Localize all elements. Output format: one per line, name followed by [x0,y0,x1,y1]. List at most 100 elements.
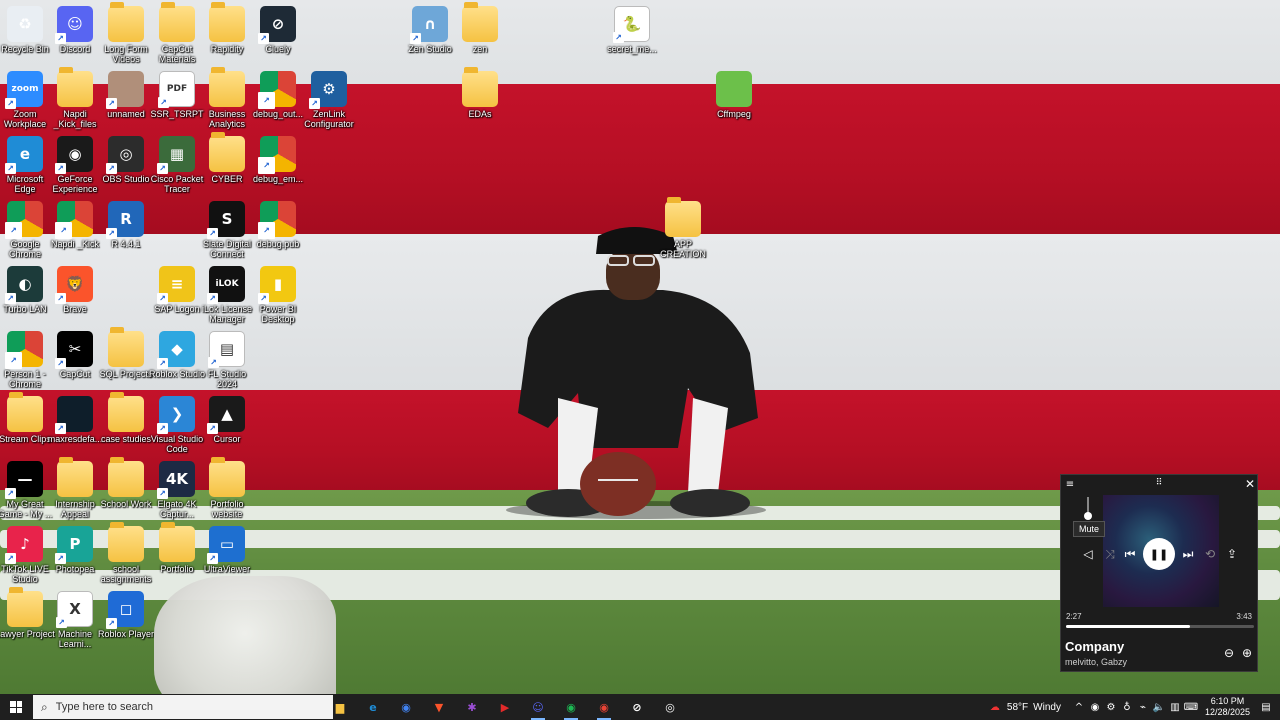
volume-icon[interactable]: 🔈 [1151,702,1167,713]
seated-person-figure [506,227,766,519]
desktop-icon[interactable]: EDAs [450,67,510,119]
desktop-icon[interactable]: ⚙ZenLink Configurator [299,71,359,129]
capcut-red-icon[interactable]: ▶ [494,697,516,717]
chrome-file-icon [55,201,93,239]
playback-progress-bar[interactable] [1066,625,1254,628]
clock[interactable]: 6:10 PM 12/28/2025 [1205,696,1250,718]
image-file-icon [55,396,93,434]
settings-icon[interactable]: ≡ [1063,477,1077,491]
desktop-icon[interactable]: Portfolio website [197,457,257,519]
sap-icon: ≡ [157,266,195,304]
desktop-icon[interactable]: ▮Power BI Desktop [248,266,308,324]
discord-icon[interactable]: ☺ [527,697,549,720]
previous-track-button[interactable]: ⏮ [1121,545,1139,563]
desktop-icon-label: Brave [63,304,87,314]
desktop-icon[interactable]: 🦁Brave [45,266,105,314]
share-button[interactable]: ⇪ [1223,545,1241,563]
folder-icon [159,2,195,42]
desktop-icon[interactable]: ▭UltraViewer [197,526,257,574]
desktop-icon[interactable]: ▲Cursor [197,396,257,444]
obs-icon: ◎ [106,136,144,174]
playback-progress-fill [1066,625,1191,628]
file-explorer-icon[interactable]: ▆ [329,697,351,717]
folder-icon [665,197,701,237]
cisco-icon: ▦ [157,136,195,174]
desktop-icon[interactable]: APP CREATION [653,197,713,259]
settings-tray-icon[interactable]: ⚙ [1103,702,1119,713]
clock-date: 12/28/2025 [1204,707,1250,717]
desktop-icon[interactable]: debug_em... [248,136,308,184]
pdf-icon: PDF [158,71,195,108]
usb-icon[interactable]: ⌁ [1135,702,1151,713]
slack-icon[interactable]: ✱ [461,697,483,717]
track-artist: melvitto, Gabzy [1065,657,1128,667]
shuffle-button[interactable]: ⤨ [1101,545,1119,563]
drag-handle-icon[interactable]: ⠿ [1151,477,1167,489]
chrome-icon [5,201,43,239]
obs-tray-icon[interactable]: ◉ [1087,702,1103,713]
weather-temperature[interactable]: 58°F [1007,702,1028,713]
roblox-icon: ◻ [106,591,144,629]
desktop-icon[interactable]: ◻Roblox Player [96,591,156,639]
elapsed-time: 2:27 [1066,612,1082,621]
network-icon[interactable]: ▥ [1167,702,1183,713]
desktop-icon[interactable]: ⊘Cluely [248,6,308,54]
plus-button[interactable]: ⊕ [1239,645,1255,661]
desktop-icon-label: Portfolio website [210,499,244,519]
desktop-icon-label: debug.pub [256,239,300,249]
folder-icon [108,522,144,562]
desktop-icon[interactable]: Cffmpeg [704,71,764,119]
volume-slider-thumb[interactable] [1084,512,1092,520]
mute-button[interactable]: ◁ [1079,545,1097,563]
folder-icon [7,392,43,432]
taskbar: ⌕ Type here to search ▆ e ◉ ▼ ✱ ▶ ☺ ◉ ◉ ⊘ ◎ ☁ 58°F… [0,694,1280,720]
keyboard-icon[interactable]: ⌨ [1183,702,1199,713]
python-file-icon: 🐍 [613,6,650,43]
chrome-profile-icon[interactable]: ◉ [593,697,615,720]
desktop-icon-label: ZenLink Configurator [304,109,354,129]
mute-tooltip: Mute [1073,521,1106,537]
desktop-icon-label: zen [472,44,488,54]
folder-icon [462,2,498,42]
windows-logo-icon [10,701,22,713]
minus-button[interactable]: ⊖ [1221,645,1237,661]
folder-icon [209,67,245,107]
ilok-icon: iLOK [207,266,245,304]
weather-description[interactable]: Windy [1033,702,1061,713]
edge-icon[interactable]: e [362,697,384,717]
excel-icon: X [56,591,93,628]
desktop-icon-label: EDAs [468,109,492,119]
microphone-icon[interactable]: ♁ [1119,702,1135,713]
folder-icon [462,67,498,107]
roblox-studio-icon: ◆ [157,331,195,369]
notifications-icon[interactable]: ▤ [1258,702,1274,713]
tiktok-icon: ♪ [5,526,43,564]
desktop-icon[interactable]: zen [450,2,510,54]
folder-icon [57,457,93,497]
obs-icon[interactable]: ◎ [659,697,681,717]
discord-icon: ☺ [55,6,93,44]
image-file-icon [106,71,144,109]
next-track-button[interactable]: ⏭ [1179,545,1197,563]
folder-icon [7,587,43,627]
start-button[interactable] [0,694,32,720]
spotify-icon[interactable]: ◉ [560,697,582,720]
cluely-icon: ⊘ [258,6,296,44]
repeat-button[interactable]: ⟲ [1201,545,1219,563]
desktop-icon[interactable]: 🐍secret_me... [602,6,662,54]
desktop-icon[interactable]: debug.pub [248,201,308,249]
chevron-up-icon[interactable]: ^ [1071,702,1087,713]
desktop-icon[interactable]: ▤FL Studio 2024 [197,331,257,389]
cluely-icon[interactable]: ⊘ [626,697,648,717]
taskbar-search-box[interactable]: ⌕ Type here to search [33,695,333,719]
chrome-file-icon [258,71,296,109]
ultraviewer-icon: ▭ [207,526,245,564]
desktop-icon-label: Cursor [213,434,241,444]
turbolan-icon: ◐ [5,266,43,304]
brave-icon[interactable]: ▼ [428,697,450,717]
pause-button[interactable]: ❚❚ [1143,538,1175,570]
close-icon[interactable]: ✕ [1243,477,1257,491]
desktop-icon[interactable]: RR 4.4.1 [96,201,156,249]
folder-icon [108,327,144,367]
chrome-icon[interactable]: ◉ [395,697,417,717]
